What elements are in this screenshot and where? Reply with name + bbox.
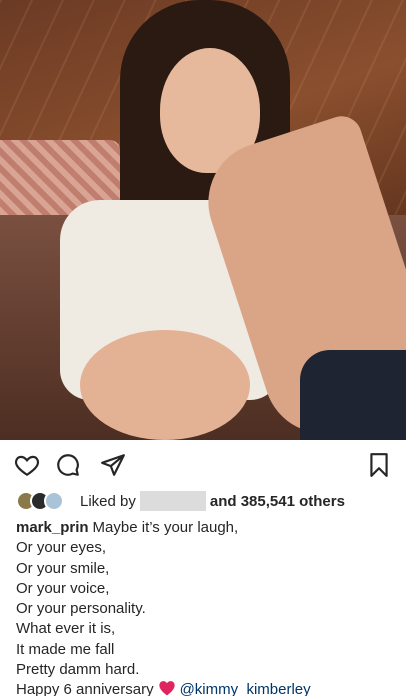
- comment-button[interactable]: [55, 452, 81, 478]
- post-caption: mark_prin Maybe it’s your laugh, Or your …: [16, 518, 396, 696]
- caption-line: What ever it is,: [16, 620, 116, 638]
- save-button[interactable]: [366, 452, 392, 478]
- share-button[interactable]: [100, 452, 126, 478]
- liker-avatars[interactable]: [16, 491, 74, 511]
- red-heart-emoji-icon: [158, 681, 175, 696]
- caption-line: Or your personality.: [16, 600, 146, 618]
- avatar: [44, 491, 64, 511]
- caption-line: Happy 6 anniversary @kimmy_kimberley: [16, 680, 396, 696]
- caption-line: Pretty damm hard.: [16, 661, 140, 679]
- likes-summary: Liked by and 385,541 others: [16, 490, 345, 512]
- post-action-bar: [0, 446, 406, 484]
- bookmark-icon: [370, 453, 388, 477]
- caption-text: Maybe it’s your laugh,: [92, 519, 239, 536]
- likes-count[interactable]: and 385,541 others: [210, 493, 345, 510]
- caption-line: Or your smile,: [16, 559, 110, 577]
- like-button[interactable]: [14, 452, 40, 478]
- comment-icon: [57, 454, 79, 476]
- heart-icon: [14, 455, 40, 477]
- photo-leg: [80, 330, 250, 440]
- caption-username[interactable]: mark_prin: [16, 519, 89, 536]
- paper-plane-icon: [101, 454, 125, 476]
- caption-line: Or your voice,: [16, 579, 110, 597]
- post-photo[interactable]: [0, 0, 406, 440]
- redacted-username: [139, 491, 206, 511]
- mention-link[interactable]: @kimmy_kimberley: [180, 681, 311, 696]
- photo-sleeve: [300, 350, 406, 440]
- liked-by-label: Liked by: [80, 492, 136, 510]
- caption-text: Happy 6 anniversary: [16, 681, 154, 696]
- caption-line: mark_prin Maybe it’s your laugh,: [16, 518, 396, 538]
- caption-line: Or your eyes,: [16, 539, 107, 557]
- caption-line: It made me fall: [16, 640, 115, 658]
